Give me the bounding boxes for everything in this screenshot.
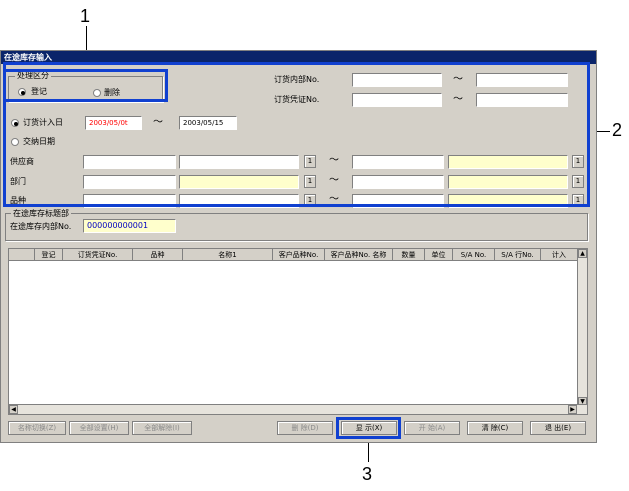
clear-button[interactable]: 清 除(C): [467, 421, 523, 435]
grid-col-quantity[interactable]: 数量: [393, 249, 425, 261]
grid-col-name1[interactable]: 名称1: [183, 249, 273, 261]
callout-number-2: 2: [612, 120, 623, 140]
scroll-right-icon[interactable]: ▶: [568, 405, 577, 414]
clear-all-button[interactable]: 全部解除(I): [132, 421, 192, 435]
grid-col-customer-product-no[interactable]: 客户品种No.: [273, 249, 325, 261]
callout-box-3: [336, 417, 401, 439]
grid-col-register[interactable]: 登记: [35, 249, 63, 261]
inventory-header-title: 在途库存标题部: [11, 209, 71, 219]
grid-header: 登记 订货凭证No. 品种 名称1 客户品种No. 客户品种No. 名称 数量 …: [9, 249, 587, 261]
callout-box-2: [3, 62, 590, 207]
exit-button[interactable]: 退 出(E): [530, 421, 586, 435]
grid-col-unit[interactable]: 单位: [425, 249, 453, 261]
scroll-left-icon[interactable]: ◀: [9, 405, 18, 414]
callout-number-1: 1: [80, 6, 91, 26]
grid-horizontal-scrollbar[interactable]: ◀ ▶: [9, 404, 587, 414]
start-button[interactable]: 开 始(A): [404, 421, 460, 435]
callout-number-3: 3: [362, 464, 373, 484]
scroll-up-icon[interactable]: ▲: [578, 249, 587, 258]
delete-button[interactable]: 删 除(D): [277, 421, 333, 435]
grid-vertical-scrollbar[interactable]: ▲ ▼: [577, 249, 587, 406]
inventory-grid[interactable]: 登记 订货凭证No. 品种 名称1 客户品种No. 客户品种No. 名称 数量 …: [8, 248, 588, 415]
grid-col-entry[interactable]: 计入: [541, 249, 577, 261]
grid-col-customer-product-name[interactable]: 客户品种No. 名称: [325, 249, 393, 261]
name-switch-button[interactable]: 名称切换(Z): [8, 421, 66, 435]
grid-col-sa-line-no[interactable]: S/A 行No.: [495, 249, 541, 261]
set-all-button[interactable]: 全部设置(H): [69, 421, 129, 435]
grid-col-sa-no[interactable]: S/A No.: [453, 249, 495, 261]
grid-col-select[interactable]: [9, 249, 35, 261]
callout-line-3: [368, 440, 369, 462]
grid-col-voucher-no[interactable]: 订货凭证No.: [63, 249, 133, 261]
grid-col-product[interactable]: 品种: [133, 249, 183, 261]
inventory-internal-no-label: 在途库存内部No.: [10, 222, 72, 231]
inventory-internal-no-field[interactable]: 000000000001: [83, 219, 176, 233]
